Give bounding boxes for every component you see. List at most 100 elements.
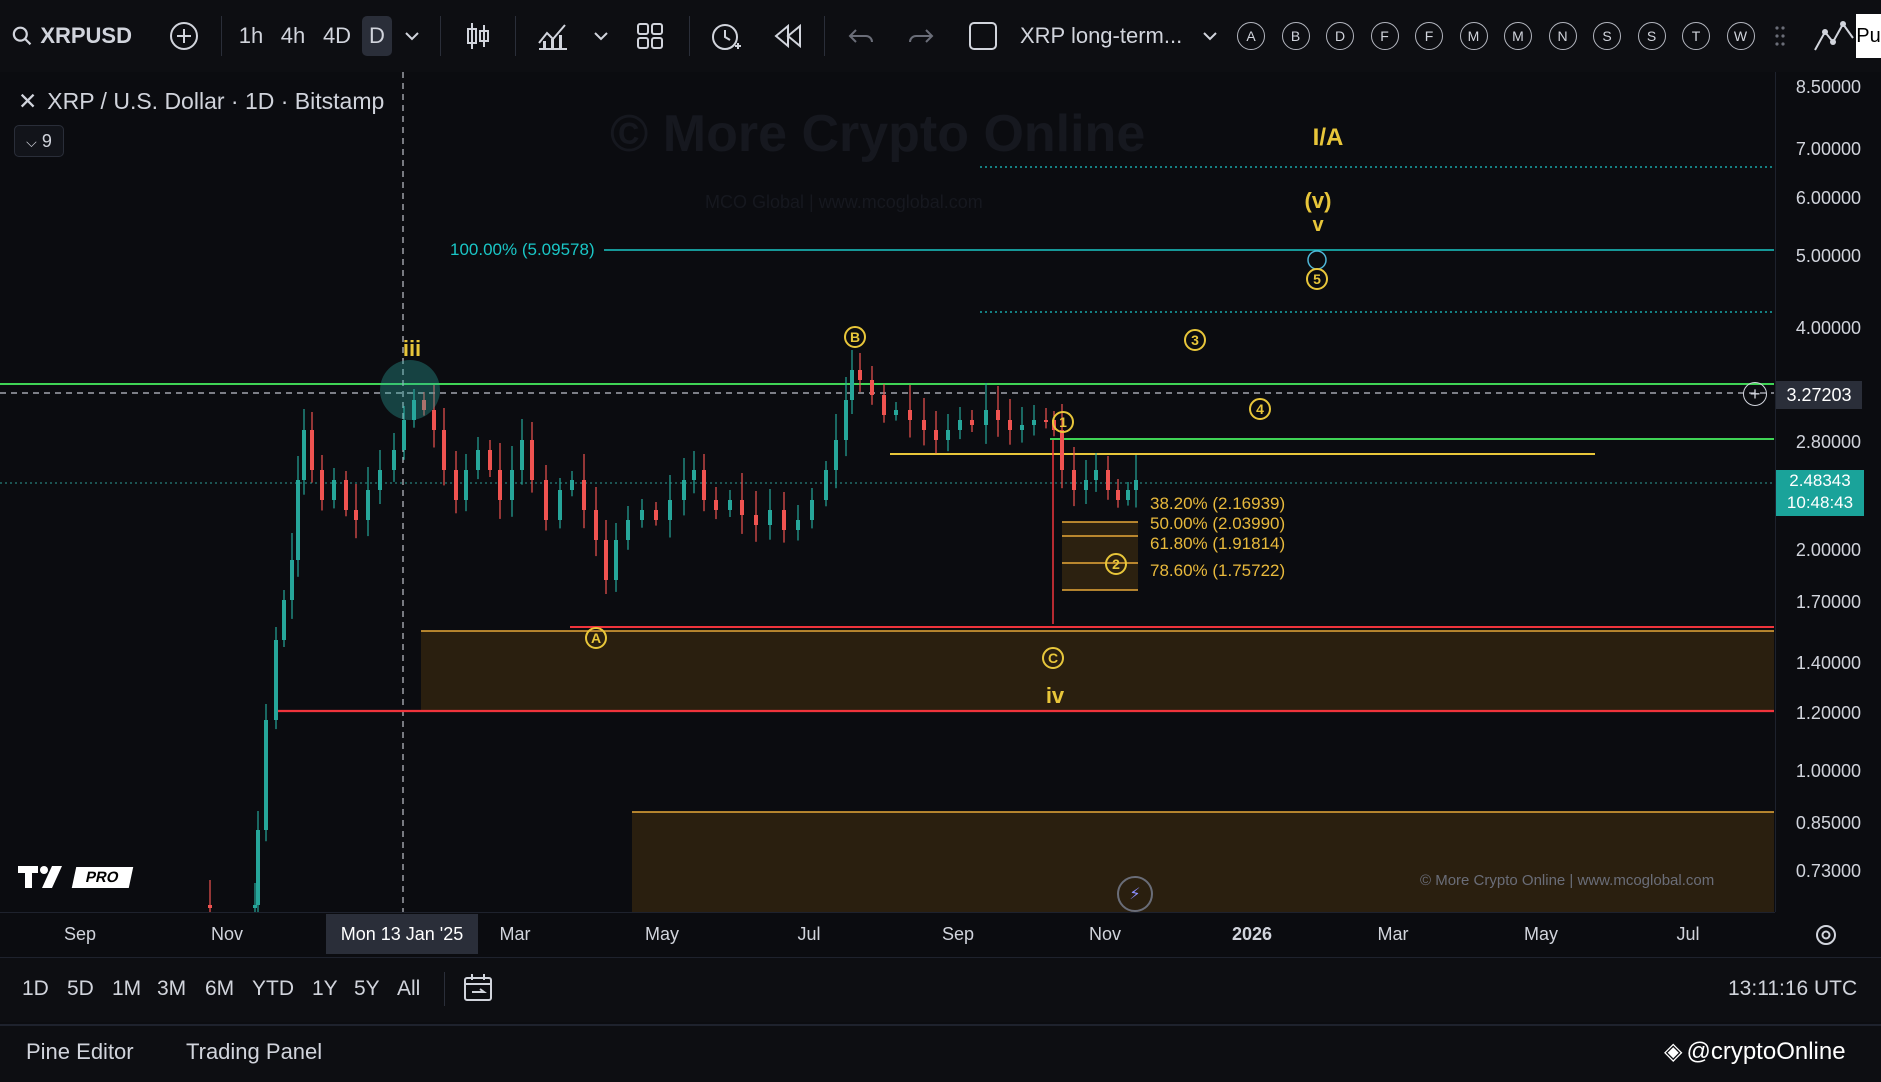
candle-body [454, 470, 458, 500]
time-label: May [644, 924, 680, 944]
time-label: Nov [210, 924, 244, 944]
channel-handle-text: @cryptoOnline [1686, 1038, 1846, 1065]
go-to-date-button[interactable] [462, 972, 496, 1006]
toolbar-divider [689, 16, 690, 56]
drawing-tools-button[interactable] [1812, 0, 1856, 72]
compare-symbol-button[interactable] [166, 0, 202, 72]
chart-legend: ✕ XRP / U.S. Dollar · 1D · Bitstamp [18, 84, 384, 118]
drag-handle[interactable] [1770, 0, 1790, 72]
close-icon[interactable]: ✕ [18, 84, 37, 118]
layout-dropdown[interactable] [1198, 0, 1222, 72]
tab-pine-editor[interactable]: Pine Editor [26, 1024, 134, 1080]
time-label: Nov [1088, 924, 1122, 944]
time-label: May [1523, 924, 1559, 944]
redo-button[interactable] [905, 0, 937, 72]
chart-type-button[interactable] [460, 0, 496, 72]
candle-body [810, 500, 814, 520]
watermark-subtitle: MCO Global | www.mcoglobal.com [705, 192, 983, 212]
gear-icon [1816, 925, 1836, 945]
circled-wave-a: A [585, 627, 607, 649]
time-axis-settings[interactable] [1813, 922, 1839, 948]
candle-body [850, 370, 854, 400]
candle-body [530, 440, 534, 480]
undo-button[interactable] [845, 0, 877, 72]
replay-button[interactable] [770, 0, 806, 72]
tradingview-logo: PRO [18, 864, 133, 890]
candle-body [264, 720, 268, 830]
quick-button-10[interactable]: T [1682, 22, 1710, 50]
quick-button-8[interactable]: S [1593, 22, 1621, 50]
quick-button-5[interactable]: M [1459, 22, 1488, 50]
price-label: 4.00000 [1795, 318, 1861, 338]
timeframe-d[interactable]: D [362, 16, 392, 56]
range-button-5d[interactable]: 5D [67, 957, 94, 1021]
range-button-5y[interactable]: 5Y [354, 957, 380, 1021]
chevron-down-icon [594, 32, 608, 41]
range-button-6m[interactable]: 6M [205, 957, 234, 1021]
candle-body [640, 510, 644, 520]
range-button-1y[interactable]: 1Y [312, 957, 338, 1021]
publish-button[interactable]: Pu [1856, 14, 1881, 58]
quick-button-4[interactable]: F [1415, 22, 1443, 50]
candle-body [996, 410, 1000, 420]
price-label: 1.20000 [1795, 703, 1861, 723]
utc-clock[interactable]: 13:11:16 UTC [1728, 957, 1857, 1021]
range-button-all[interactable]: All [397, 957, 420, 1021]
price-label: 7.00000 [1795, 139, 1861, 159]
timeframe-dropdown[interactable] [398, 0, 426, 72]
price-label: 2.00000 [1795, 540, 1861, 560]
time-label: 2026 [1231, 924, 1273, 944]
quick-button-2[interactable]: D [1326, 22, 1354, 50]
support-zone-upper [421, 631, 1774, 711]
quick-button-6[interactable]: M [1504, 22, 1532, 50]
candle-body [882, 395, 886, 415]
timeframe-4h[interactable]: 4h [278, 0, 308, 72]
candle-body [728, 500, 732, 510]
quick-button-9[interactable]: S [1637, 22, 1666, 50]
binance-icon: ◈ [1664, 1038, 1683, 1065]
range-button-3m[interactable]: 3M [157, 957, 186, 1021]
candle-body [1072, 470, 1076, 490]
candle-body [740, 500, 744, 515]
wave-label-iii: iii [402, 336, 422, 361]
quick-button-3[interactable]: F [1370, 22, 1399, 50]
quick-button-1[interactable]: B [1281, 22, 1310, 50]
indicators-toggle[interactable]: ⌵ 9 [14, 125, 64, 157]
price-label: 1.00000 [1795, 761, 1861, 781]
candle-body [464, 470, 468, 500]
candle-body [402, 420, 406, 450]
indicators-dropdown[interactable] [588, 0, 614, 72]
symbol-search[interactable]: XRPUSD [12, 0, 132, 72]
candle-body [1094, 470, 1098, 480]
range-button-ytd[interactable]: YTD [252, 957, 294, 1021]
time-axis[interactable] [0, 912, 1775, 957]
layout-name[interactable]: XRP long-term... [1020, 0, 1185, 72]
indicators-button[interactable] [535, 0, 571, 72]
quick-button-0[interactable]: A [1237, 22, 1265, 50]
toolbar-divider [221, 16, 222, 56]
fib-box [1062, 522, 1138, 590]
redo-icon [909, 29, 934, 43]
layout-menu-button[interactable] [965, 0, 1001, 72]
candle-body [488, 450, 492, 470]
range-button-1d[interactable]: 1D [22, 957, 49, 1021]
add-alert-plus-icon[interactable]: + [1743, 382, 1767, 406]
candlestick-icon [467, 23, 489, 49]
candle-body [824, 470, 828, 500]
tab-trading-panel[interactable]: Trading Panel [186, 1024, 322, 1080]
timeframe-1h[interactable]: 1h [236, 0, 266, 72]
layout-grid-button[interactable] [632, 0, 668, 72]
toolbar-divider [824, 16, 825, 56]
lightning-icon[interactable]: ⚡ [1117, 876, 1153, 912]
quick-button-11[interactable]: W [1726, 22, 1755, 50]
alert-button[interactable] [706, 0, 746, 72]
range-button-1m[interactable]: 1M [112, 957, 141, 1021]
candle-body [1134, 480, 1138, 490]
quick-button-7[interactable]: N [1548, 22, 1577, 50]
timeframe-4d[interactable]: 4D [320, 0, 354, 72]
price-label: 1.70000 [1795, 592, 1861, 612]
wave-label-v-paren: (v) [1304, 188, 1332, 213]
candle-body [1106, 470, 1110, 490]
pro-badge: PRO [71, 866, 133, 888]
top-toolbar: XRPUSD 1h 4h 4D D XRP long-term... ABD F… [0, 0, 1881, 73]
